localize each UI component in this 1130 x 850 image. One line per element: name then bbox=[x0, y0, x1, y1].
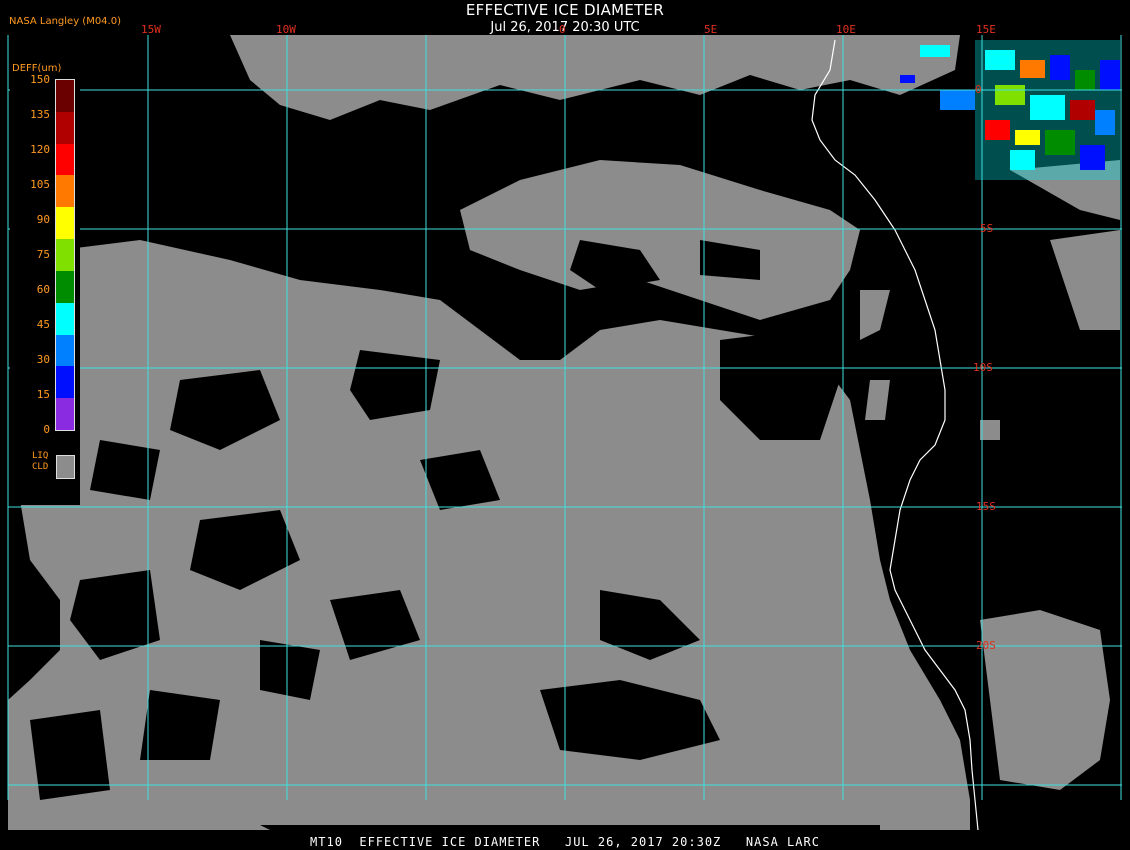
legend-tick-30: 30 bbox=[36, 353, 50, 366]
liquid-cloud-label-line1: LIQ bbox=[32, 451, 49, 461]
lat-label-0: 0 bbox=[975, 83, 982, 96]
lon-label-10w: 10W bbox=[276, 23, 296, 36]
legend-tick-150: 150 bbox=[30, 73, 50, 86]
lon-label-15e: 15E bbox=[976, 23, 996, 36]
map-canvas bbox=[0, 0, 1130, 850]
lat-label-10s: 10S bbox=[973, 361, 993, 374]
lon-label-15w: 15W bbox=[141, 23, 161, 36]
legend-tick-60: 60 bbox=[36, 283, 50, 296]
lon-label-5e: 5E bbox=[704, 23, 718, 36]
lat-label-15s: 15S bbox=[976, 500, 996, 513]
footer-caption: MT10 EFFECTIVE ICE DIAMETER JUL 26, 2017… bbox=[310, 835, 820, 849]
credit-label: NASA Langley (M04.0) bbox=[9, 16, 121, 27]
liquid-cloud-swatch bbox=[56, 455, 75, 479]
liquid-cloud-label-line2: CLD bbox=[32, 462, 49, 472]
legend-tick-0: 0 bbox=[43, 423, 50, 436]
legend-tick-75: 75 bbox=[36, 248, 50, 261]
legend-tick-15: 15 bbox=[36, 388, 50, 401]
liquid-cloud-label: LIQ CLD bbox=[32, 451, 48, 473]
lat-label-5s: 5S bbox=[980, 222, 994, 235]
lon-label-10e: 10E bbox=[836, 23, 856, 36]
map-title: EFFECTIVE ICE DIAMETER bbox=[465, 1, 665, 19]
legend-tick-45: 45 bbox=[36, 318, 50, 331]
lon-label-0: 0 bbox=[559, 23, 566, 36]
legend-bar-border bbox=[55, 79, 75, 431]
legend-tick-105: 105 bbox=[30, 178, 50, 191]
legend-tick-120: 120 bbox=[30, 143, 50, 156]
lat-label-20s: 20S bbox=[976, 639, 996, 652]
legend-tick-135: 135 bbox=[30, 108, 50, 121]
legend-tick-90: 90 bbox=[36, 213, 50, 226]
